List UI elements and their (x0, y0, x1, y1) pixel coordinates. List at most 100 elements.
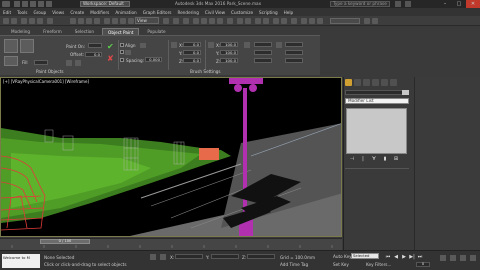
maximize-viewport-icon[interactable] (470, 255, 476, 261)
create-tab-icon[interactable] (345, 79, 352, 86)
object-name-field[interactable] (345, 90, 409, 95)
menu-views[interactable]: Views (52, 10, 64, 15)
selection-filter-icon[interactable] (47, 18, 53, 24)
material-editor-icon[interactable] (291, 18, 297, 24)
make-unique-icon[interactable]: ∀ (371, 157, 377, 162)
toggle-ribbon-icon[interactable] (263, 18, 269, 24)
rendered-frame-window-icon[interactable] (309, 18, 315, 24)
rect-selection-icon[interactable] (86, 18, 92, 24)
angle-snap-icon[interactable] (201, 18, 207, 24)
align-icon[interactable] (245, 18, 251, 24)
scale-random-z-field[interactable] (285, 58, 303, 63)
zoom-icon[interactable] (440, 255, 446, 261)
play-icon[interactable]: ▶ (401, 254, 407, 260)
random-icon[interactable] (244, 42, 250, 48)
signin-icon[interactable] (405, 1, 411, 7)
tab-modeling[interactable]: Modeling (6, 28, 35, 35)
current-frame-field[interactable]: 0 (416, 262, 430, 267)
rot-z-field[interactable]: 0.0 (183, 58, 201, 63)
align-checkbox[interactable] (120, 43, 124, 47)
spinner-snap-icon[interactable] (217, 18, 223, 24)
scale-random-icon[interactable] (276, 42, 282, 48)
utilities-tab-icon[interactable] (390, 79, 397, 86)
app-logo[interactable] (2, 1, 10, 7)
redo-icon[interactable] (46, 1, 52, 7)
menu-animation[interactable]: Animation (115, 10, 136, 15)
search-input[interactable]: Type a keyword or phrase (330, 1, 390, 7)
random-min-field[interactable] (254, 42, 272, 47)
next-frame-icon[interactable]: ▶| (409, 254, 415, 260)
menu-rendering[interactable]: Rendering (177, 10, 198, 15)
scale-lock-icon[interactable] (208, 42, 214, 48)
random-z-field[interactable] (254, 58, 272, 63)
move-icon[interactable] (104, 18, 110, 24)
open-icon[interactable] (22, 1, 28, 7)
mirror-icon[interactable] (237, 18, 243, 24)
coord-x-field[interactable] (175, 254, 203, 259)
previous-frame-icon[interactable]: ◀ (393, 254, 399, 260)
flip-checkbox[interactable] (120, 50, 124, 54)
link-icon[interactable] (21, 18, 27, 24)
save-icon[interactable] (30, 1, 36, 7)
brush-icon[interactable] (66, 60, 72, 66)
viewport-label[interactable]: [+] [VRayPhysicalCamera001] [Wireframe] (3, 79, 89, 84)
pin-stack-icon[interactable]: ⊣ (349, 157, 355, 162)
offset-field[interactable]: 0.0 (85, 52, 102, 57)
paint-objects-group-label[interactable]: Paint Objects (36, 69, 64, 74)
go-to-end-icon[interactable]: ⏭ (417, 254, 423, 260)
lock-selection-icon[interactable] (150, 254, 156, 260)
maxscript-listener[interactable]: Welcome to M (2, 254, 40, 268)
tab-selection[interactable]: Selection (70, 28, 99, 35)
spacing-field[interactable]: 0.000 (145, 57, 162, 62)
pivot-center-icon[interactable] (163, 18, 169, 24)
commit-check-icon[interactable]: ✔ (107, 43, 115, 51)
scale-z-field[interactable]: 100.0 (220, 58, 238, 63)
spacing-checkbox[interactable] (120, 58, 124, 62)
undo-icon[interactable] (38, 1, 44, 7)
absolute-mode-icon[interactable] (160, 254, 166, 260)
scale-y-field[interactable]: 100.0 (220, 50, 238, 55)
render-preset-dropdown[interactable] (330, 18, 360, 24)
motion-tab-icon[interactable] (372, 79, 379, 86)
object-color-swatch[interactable] (402, 90, 409, 95)
viewport-camera[interactable] (0, 77, 342, 237)
show-end-result-icon[interactable]: | (360, 157, 366, 162)
render-icon[interactable] (364, 18, 370, 24)
rotate-icon[interactable] (112, 18, 118, 24)
rot-y-field[interactable]: 0.0 (183, 50, 201, 55)
go-to-start-icon[interactable]: ⏮ (385, 254, 391, 260)
align-axis-icon[interactable] (140, 43, 146, 48)
menu-customize[interactable]: Customize (231, 10, 253, 15)
new-icon[interactable] (14, 1, 20, 7)
teapot-icon[interactable] (372, 18, 378, 24)
undo-toolbar-icon[interactable] (3, 18, 9, 24)
coord-y-field[interactable] (211, 254, 239, 259)
snaps-toggle-icon[interactable] (193, 18, 199, 24)
redo-toolbar-icon[interactable] (11, 18, 17, 24)
paint-on-dropdown[interactable] (88, 43, 102, 48)
select-object-icon[interactable] (70, 18, 76, 24)
fill-count-field[interactable] (34, 60, 48, 65)
schematic-view-icon[interactable] (281, 18, 287, 24)
bind-space-warp-icon[interactable] (37, 18, 43, 24)
placement-icon[interactable] (128, 18, 134, 24)
set-key-button[interactable]: Set Key (333, 262, 349, 267)
fill-icon[interactable] (4, 56, 18, 66)
auto-key-button[interactable]: Auto Key (333, 254, 352, 259)
orbit-icon[interactable] (460, 255, 466, 261)
modifier-list-dropdown[interactable]: Modifier List (345, 98, 409, 104)
key-filters-button[interactable]: Key Filters... (366, 262, 391, 267)
percent-snap-icon[interactable] (209, 18, 215, 24)
maximize-button[interactable]: □ (452, 0, 466, 8)
configure-sets-icon[interactable]: ⊞ (393, 157, 399, 162)
auto-key-dropdown[interactable]: Selected (351, 253, 379, 259)
remove-modifier-icon[interactable]: ▮ (382, 157, 388, 162)
rotate-lock-icon[interactable] (171, 42, 177, 48)
workspace-dropdown[interactable]: Workspace: Default (80, 1, 130, 7)
random-max-field[interactable] (254, 50, 272, 55)
tab-populate[interactable]: Populate (142, 28, 170, 35)
menu-create[interactable]: Create (70, 10, 84, 15)
flip-icon[interactable] (125, 50, 131, 55)
menu-graph-editors[interactable]: Graph Editors (143, 10, 172, 15)
display-tab-icon[interactable] (381, 79, 388, 86)
